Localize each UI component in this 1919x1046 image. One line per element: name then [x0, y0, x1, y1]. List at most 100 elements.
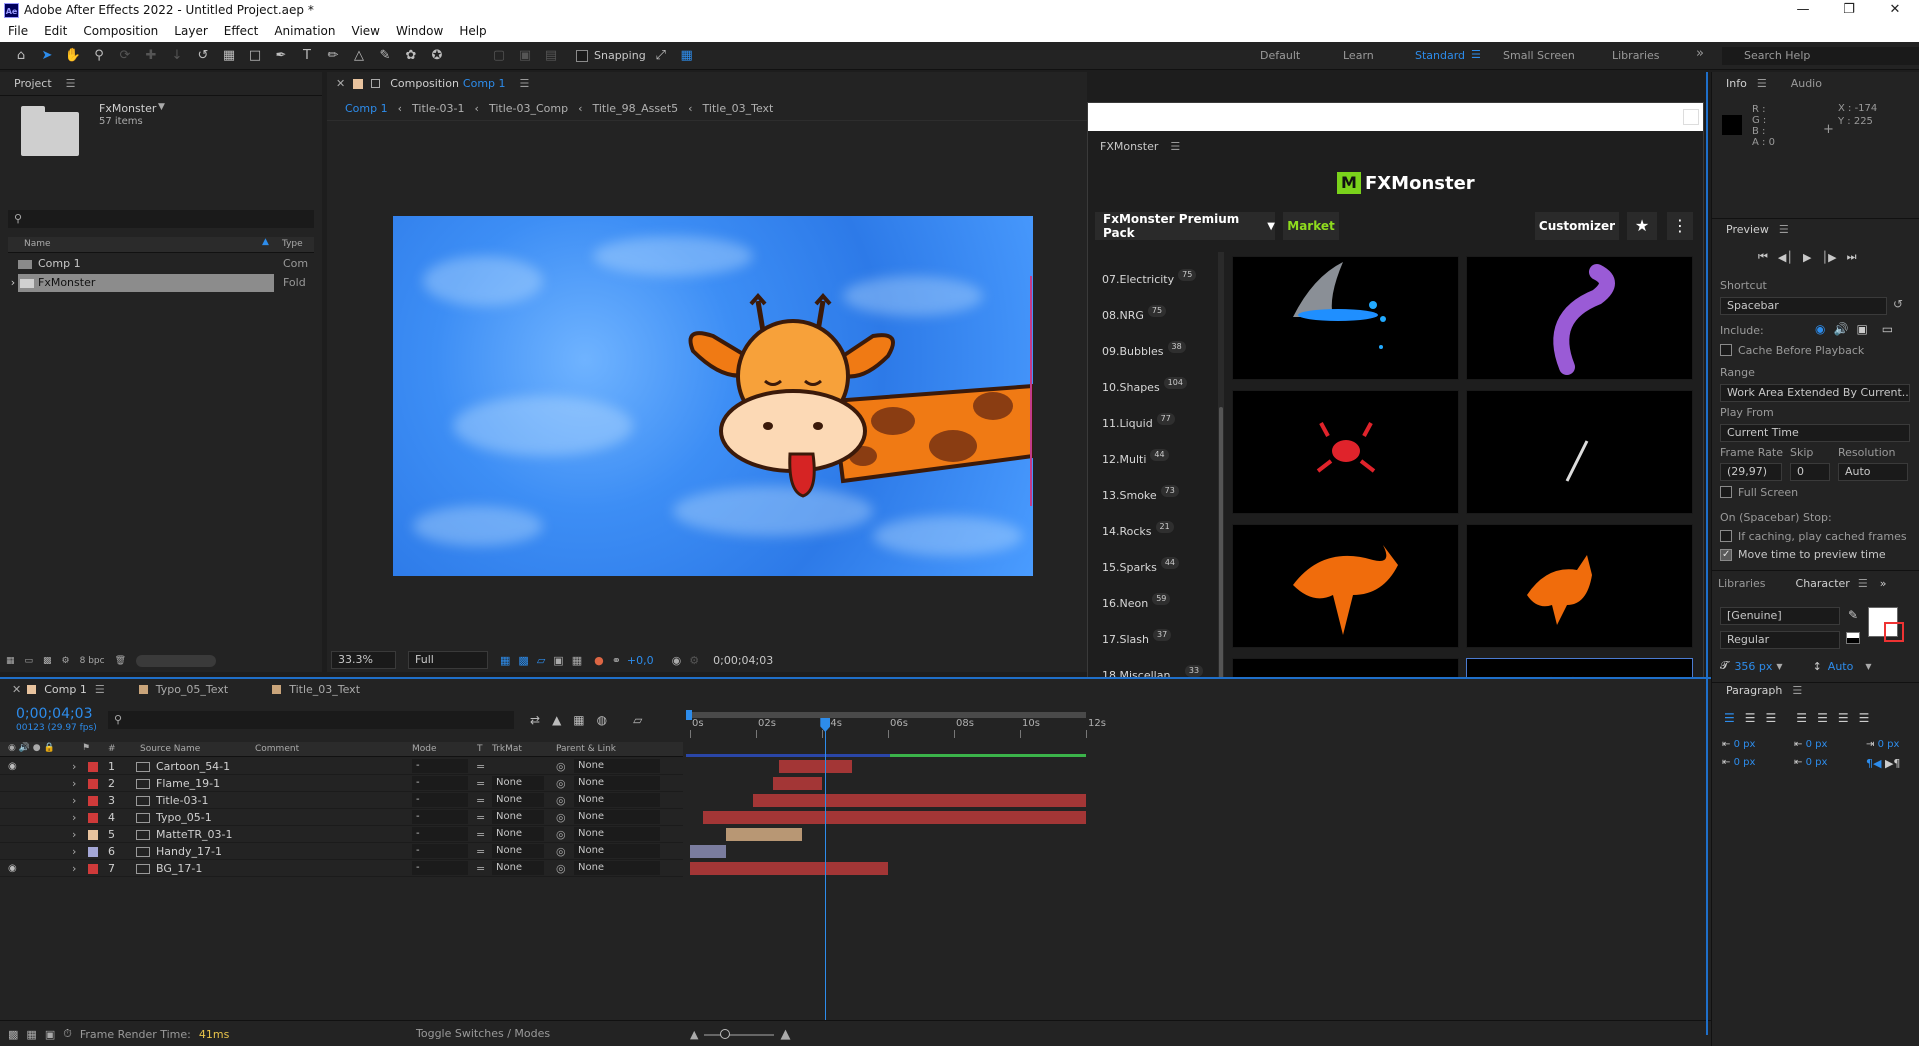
layer-row[interactable]: › 2 Flame_19-1 - = None ◎ None [0, 775, 683, 792]
close-icon[interactable]: ✕ [1872, 0, 1918, 21]
layer-row[interactable]: › 5 MatteTR_03-1 - = None ◎ None [0, 826, 683, 843]
project-folder-dropdown-icon[interactable]: ▼ [158, 102, 165, 112]
play-from-dropdown[interactable]: Current Time [1720, 424, 1910, 442]
column-type[interactable]: Type [282, 239, 303, 249]
chevron-down-icon[interactable]: ▼ [1776, 662, 1782, 671]
resolution-dropdown-preview[interactable]: Auto [1838, 463, 1908, 481]
character-tab[interactable]: Character [1796, 577, 1850, 590]
category-item[interactable]: 16.Neon 59 [1088, 586, 1218, 622]
blend-mode-dropdown[interactable]: - [412, 827, 468, 841]
timeline-timecode[interactable]: 0;00;04;03 [16, 706, 93, 722]
effect-thumbnail[interactable] [1232, 256, 1459, 380]
pickwhip-icon[interactable]: ◎ [556, 775, 566, 792]
cache-checkbox[interactable] [1720, 344, 1732, 356]
label-color-swatch[interactable] [88, 796, 98, 806]
dolly-tool-icon[interactable]: ↓ [166, 45, 188, 67]
preview-tab[interactable]: Preview [1726, 223, 1769, 236]
if-caching[interactable]: If caching, play cached frames [1720, 530, 1907, 543]
effect-thumbnail[interactable] [1466, 256, 1693, 380]
layer-name[interactable]: Flame_19-1 [156, 775, 220, 792]
magnification-dropdown[interactable]: 33.3% [331, 651, 396, 669]
category-item[interactable]: 15.Sparks 44 [1088, 550, 1218, 586]
range-dropdown[interactable]: Work Area Extended By Current... [1720, 384, 1910, 402]
layer-duration-bar[interactable] [690, 845, 727, 858]
full-screen[interactable]: Full Screen [1720, 486, 1798, 499]
customizer-button[interactable]: Customizer [1535, 212, 1619, 240]
project-tab[interactable]: Project [14, 77, 52, 90]
character-overflow-icon[interactable]: » [1880, 577, 1887, 590]
blend-mode-dropdown[interactable]: - [412, 810, 468, 824]
channel-icon[interactable]: ● [594, 654, 604, 667]
preserve-transparency[interactable]: = [476, 843, 485, 860]
expand-arrow-icon[interactable]: › [72, 758, 76, 775]
home-icon[interactable]: ⌂ [10, 45, 32, 67]
audio-tab[interactable]: Audio [1791, 77, 1822, 90]
layer-name[interactable]: BG_17-1 [156, 860, 202, 877]
draft-3d-icon[interactable]: ▲ [552, 713, 561, 727]
menu-composition[interactable]: Composition [75, 21, 166, 42]
direction-ltr-icon[interactable]: ¶◀ ▶¶ [1866, 757, 1900, 770]
label-color-swatch[interactable] [88, 762, 98, 772]
menu-edit[interactable]: Edit [36, 21, 75, 42]
category-item[interactable]: 09.Bubbles 38 [1088, 334, 1218, 370]
timeline-tab-title[interactable]: Title_03_Text [289, 683, 360, 696]
pickwhip-icon[interactable]: ◎ [556, 809, 566, 826]
workspace-standard[interactable]: Standard [1415, 49, 1465, 62]
layer-row[interactable]: › 4 Typo_05-1 - = None ◎ None [0, 809, 683, 826]
menu-view[interactable]: View [344, 21, 388, 42]
favorites-star-icon[interactable]: ★ [1627, 212, 1657, 240]
full-screen-checkbox[interactable] [1720, 486, 1732, 498]
export-icon[interactable]: ▭ [1882, 322, 1893, 336]
fast-preview-icon[interactable]: ▦ [500, 654, 510, 667]
category-item[interactable]: 14.Rocks 21 [1088, 514, 1218, 550]
bit-depth[interactable]: 8 bpc [80, 656, 105, 666]
grid-guides-icon[interactable]: ▦ [572, 654, 582, 667]
info-menu-icon[interactable]: ☰ [1757, 77, 1767, 90]
menu-animation[interactable]: Animation [266, 21, 343, 42]
align-right-icon[interactable]: ☰ [1766, 711, 1777, 725]
fxmonster-menu-icon[interactable]: ☰ [1170, 140, 1180, 153]
track-matte-dropdown[interactable]: None [492, 776, 544, 790]
maximize-icon[interactable]: ❐ [1826, 0, 1872, 21]
blend-mode-dropdown[interactable]: - [412, 776, 468, 790]
header-num[interactable]: # [108, 744, 116, 754]
category-item[interactable]: 11.Liquid 77 [1088, 406, 1218, 442]
layer-name[interactable]: Typo_05-1 [156, 809, 212, 826]
interpret-footage-icon[interactable]: ▦ [6, 656, 15, 666]
more-options-icon[interactable]: ⋮ [1667, 212, 1693, 240]
search-help-input[interactable]: Search Help [1722, 47, 1919, 65]
header-comment[interactable]: Comment [255, 744, 299, 754]
include-video-icon[interactable]: ◉ [1815, 322, 1825, 336]
header-mode[interactable]: Mode [412, 744, 437, 754]
pickwhip-icon[interactable]: ◎ [556, 843, 566, 860]
include-audio-icon[interactable]: 🔊 [1833, 322, 1848, 336]
workspace-libraries[interactable]: Libraries [1612, 49, 1660, 62]
timeline-search-input[interactable]: ⚲ [108, 711, 514, 729]
new-folder-icon[interactable]: ▭ [25, 656, 34, 666]
breadcrumb-item[interactable]: Title-03-1 [412, 102, 465, 115]
workspace-overflow-icon[interactable]: » [1696, 46, 1704, 61]
graph-editor-icon[interactable]: ▱ [633, 713, 642, 727]
parent-dropdown[interactable]: None [574, 810, 660, 824]
close-tab-icon[interactable]: ✕ [12, 683, 21, 696]
preserve-transparency[interactable]: = [476, 809, 485, 826]
pickwhip-icon[interactable]: ◎ [556, 826, 566, 843]
label-color-swatch[interactable] [88, 813, 98, 823]
align-left-icon[interactable]: ☰ [1724, 711, 1735, 725]
fxmonster-close-icon[interactable] [1683, 109, 1699, 125]
workspace-small-screen[interactable]: Small Screen [1503, 49, 1575, 62]
category-item[interactable]: 08.NRG 75 [1088, 298, 1218, 334]
first-frame-icon[interactable]: ⏮ [1758, 250, 1768, 264]
trash-icon[interactable]: 🗑 [115, 656, 126, 666]
parent-dropdown[interactable]: None [574, 844, 660, 858]
selection-tool-icon[interactable]: ➤ [36, 45, 58, 67]
reset-icon[interactable]: ↺ [1893, 297, 1903, 311]
timeline-menu-icon[interactable]: ☰ [95, 683, 105, 696]
zoom-in-icon[interactable]: ▲ [780, 1027, 790, 1042]
workspace-default[interactable]: Default [1260, 49, 1300, 62]
category-item[interactable]: 17.Slash 37 [1088, 622, 1218, 658]
preview-menu-icon[interactable]: ☰ [1779, 223, 1789, 236]
layer-row[interactable]: ◉ › 1 Cartoon_54-1 - = ◎ None [0, 758, 683, 775]
composition-viewer[interactable] [393, 216, 1033, 576]
category-item[interactable]: 12.Multi 44 [1088, 442, 1218, 478]
